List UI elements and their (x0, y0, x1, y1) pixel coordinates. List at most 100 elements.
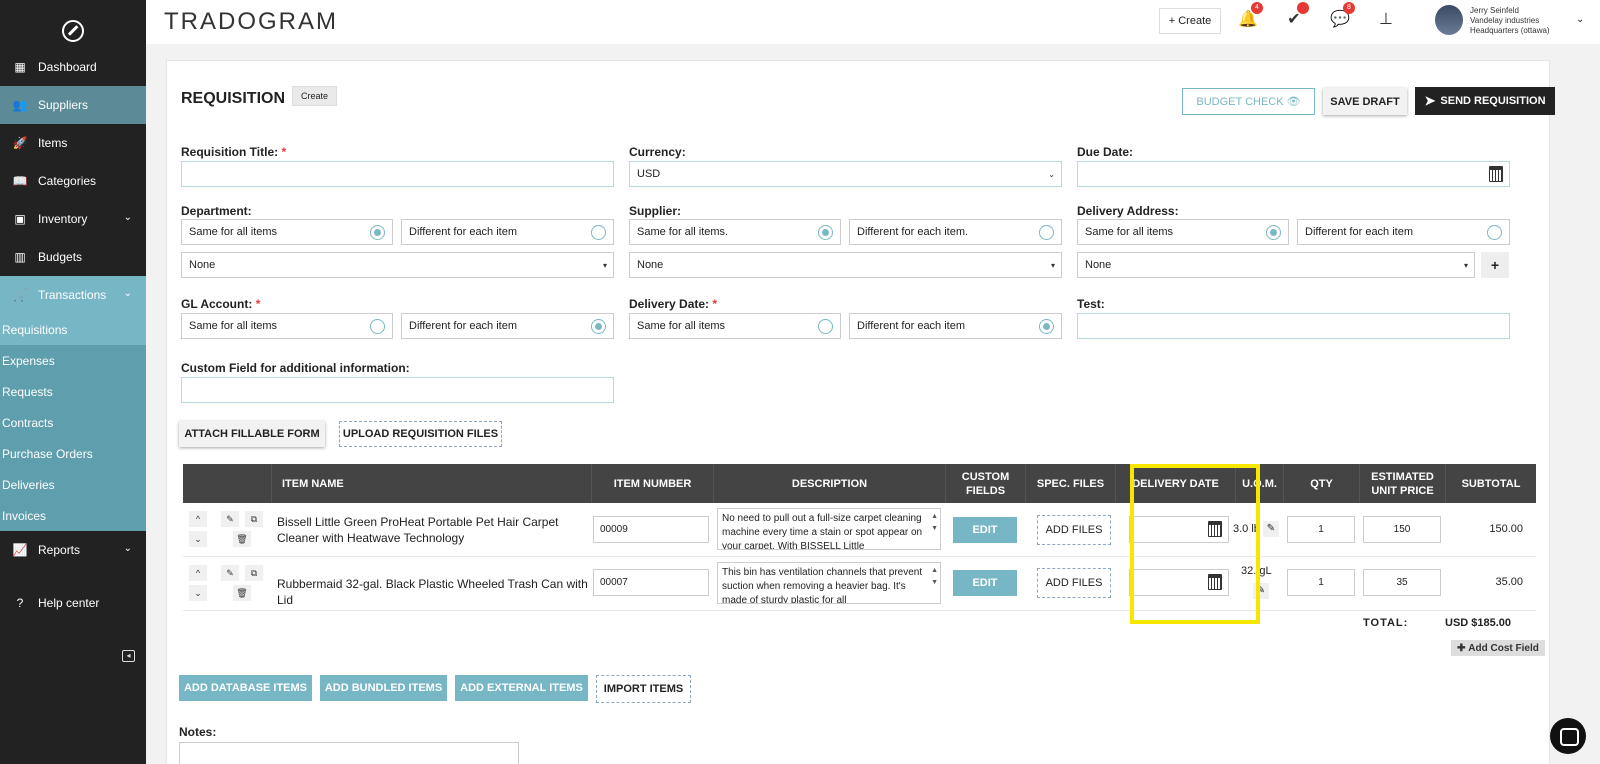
upload-requisition-files-button[interactable]: UPLOAD REQUISITION FILES (339, 421, 502, 447)
sidebar-item-reports[interactable]: 📈 Reports ⌄ (0, 531, 146, 569)
sidebar-sub-expenses[interactable]: Expenses (0, 345, 146, 376)
save-draft-button[interactable]: SAVE DRAFT (1323, 88, 1407, 115)
add-database-items-button[interactable]: ADD DATABASE ITEMS (179, 675, 312, 701)
department-select[interactable]: None ▾ (181, 252, 614, 278)
add-address-button[interactable]: + (1481, 252, 1509, 278)
add-files-button[interactable]: ADD FILES (1037, 568, 1111, 598)
brand-logo[interactable]: TRADOGRAM (164, 8, 338, 36)
user-info[interactable]: Jerry Seinfeld Vandelay industries Headq… (1470, 6, 1550, 36)
calendar-icon (1489, 166, 1503, 182)
sidebar-item-transactions[interactable]: 🛒 Transactions ⌄ (0, 276, 146, 314)
copy-icon[interactable]: ⧉ (245, 511, 263, 527)
address-same-radio[interactable]: Same for all items (1077, 219, 1289, 245)
scroll-arrows-icon[interactable]: ▲ ▼ (931, 565, 938, 589)
create-button[interactable]: + Create (1159, 8, 1221, 34)
sidebar-item-label: Help center (38, 596, 100, 610)
chat-launcher-icon[interactable] (1550, 718, 1586, 754)
edit-icon[interactable]: ✎ (221, 565, 239, 581)
gl-same-radio[interactable]: Same for all items (181, 313, 393, 339)
address-diff-radio[interactable]: Different for each item (1297, 219, 1510, 245)
attach-fillable-form-button[interactable]: ATTACH FILLABLE FORM (179, 421, 325, 447)
radio-label: Same for all items. (637, 226, 729, 238)
description-textarea[interactable]: This bin has ventilation channels that p… (717, 562, 941, 604)
send-requisition-button[interactable]: ➤ SEND REQUISITION (1415, 87, 1555, 115)
qty-input[interactable]: 1 (1287, 569, 1355, 596)
dashboard-icon: ▦ (14, 60, 26, 74)
department-same-radio[interactable]: Same for all items (181, 219, 393, 245)
items-table-header: ITEM NAME ITEM NUMBER DESCRIPTION CUSTOM… (183, 464, 1536, 503)
move-up-icon[interactable]: ^ (189, 565, 207, 581)
add-external-items-button[interactable]: ADD EXTERNAL ITEMS (455, 675, 588, 701)
item-number-input[interactable]: 00009 (593, 516, 709, 543)
currency-select[interactable]: USD ⌄ (629, 161, 1062, 187)
sidebar-item-label: Suppliers (38, 98, 89, 112)
sidebar-item-label: Transactions (38, 288, 107, 302)
move-down-icon[interactable]: ⌄ (189, 531, 207, 547)
test-label: Test: (1077, 297, 1105, 311)
sidebar-sub-invoices[interactable]: Invoices (0, 500, 146, 531)
move-up-icon[interactable]: ^ (189, 511, 207, 527)
unit-price-input[interactable]: 150 (1363, 516, 1441, 543)
custom-fields-edit-button[interactable]: EDIT (953, 570, 1017, 596)
avatar[interactable] (1435, 5, 1463, 35)
header-spec-files: SPEC. FILES (1025, 464, 1115, 503)
supplier-select[interactable]: None ▾ (629, 252, 1062, 278)
sidebar-sub-requisitions[interactable]: Requisitions (0, 314, 146, 345)
gl-diff-radio[interactable]: Different for each item (401, 313, 614, 339)
custom-fields-edit-button[interactable]: EDIT (953, 517, 1017, 543)
notes-textarea[interactable] (179, 742, 519, 764)
total-label: TOTAL: (1363, 617, 1409, 629)
page-title: REQUISITION (181, 90, 286, 107)
supplier-diff-radio[interactable]: Different for each item. (849, 219, 1062, 245)
sidebar-item-help[interactable]: ? Help center (0, 584, 146, 622)
delivery-address-select[interactable]: None ▾ (1077, 252, 1475, 278)
sidebar-item-categories[interactable]: 📖 Categories (0, 162, 146, 200)
add-bundled-items-button[interactable]: ADD BUNDLED ITEMS (320, 675, 447, 701)
budget-check-button[interactable]: BUDGET CHECK 👁 (1182, 88, 1315, 115)
chevron-down-icon[interactable]: ⌄ (1576, 14, 1584, 25)
requisition-title-input[interactable] (181, 161, 614, 187)
radio-unchecked-icon (1039, 225, 1054, 240)
add-files-button[interactable]: ADD FILES (1037, 515, 1111, 545)
scroll-arrows-icon[interactable]: ▲ ▼ (931, 511, 938, 535)
import-items-button[interactable]: IMPORT ITEMS (596, 675, 691, 703)
description-textarea[interactable]: No need to pull out a full-size carpet c… (717, 508, 941, 550)
copy-icon[interactable]: ⧉ (245, 565, 263, 581)
custom-field-input[interactable] (181, 377, 614, 403)
user-company: Vandelay industries (1470, 16, 1540, 25)
radio-label: Same for all items (1085, 226, 1174, 238)
sidebar-sub-contracts[interactable]: Contracts (0, 407, 146, 438)
sidebar-item-budgets[interactable]: ▥ Budgets (0, 238, 146, 276)
inbox-icon: ▣ (14, 212, 26, 226)
supplier-same-radio[interactable]: Same for all items. (629, 219, 841, 245)
delivery-diff-radio[interactable]: Different for each item (849, 313, 1062, 339)
delivery-same-radio[interactable]: Same for all items (629, 313, 841, 339)
trash-icon[interactable]: 🗑 (233, 585, 251, 601)
unit-price-input[interactable]: 35 (1363, 569, 1441, 596)
sidebar-item-dashboard[interactable]: ▦ Dashboard (0, 48, 146, 86)
mode-chip: Create (292, 86, 338, 106)
test-input[interactable] (1077, 313, 1510, 339)
sidebar-sub-purchase-orders[interactable]: Purchase Orders (0, 438, 146, 469)
qty-input[interactable]: 1 (1287, 516, 1355, 543)
currency-value: USD (637, 168, 661, 180)
sidebar-sub-deliveries[interactable]: Deliveries (0, 469, 146, 500)
item-number-input[interactable]: 00007 (593, 569, 709, 596)
sidebar-sub-label: Expenses (2, 353, 55, 368)
sidebar-item-items[interactable]: 🚀 Items (0, 124, 146, 162)
table-row: ^ ⌄ ✎ ⧉ 🗑 Rubbermaid 32-gal. Black Plast… (183, 557, 1536, 611)
collapse-sidebar-icon[interactable]: ◂ (122, 650, 135, 662)
move-down-icon[interactable]: ⌄ (189, 585, 207, 601)
chevron-down-icon: ⌄ (123, 288, 132, 299)
edit-icon[interactable]: ✎ (221, 511, 239, 527)
sidebar-item-suppliers[interactable]: 👥 Suppliers (0, 86, 146, 124)
sidebar-item-inventory[interactable]: ▣ Inventory ⌄ (0, 200, 146, 238)
uom-edit-icon[interactable]: ✎ (1263, 521, 1279, 537)
sidebar-sub-requests[interactable]: Requests (0, 376, 146, 407)
department-diff-radio[interactable]: Different for each item (401, 219, 614, 245)
trash-icon[interactable]: 🗑 (233, 531, 251, 547)
due-date-input[interactable] (1077, 161, 1510, 187)
sitemap-icon[interactable]: ⊥ (1376, 10, 1396, 30)
radio-label: Same for all items (637, 320, 726, 332)
add-cost-field-button[interactable]: ✚ Add Cost Field (1451, 640, 1545, 656)
